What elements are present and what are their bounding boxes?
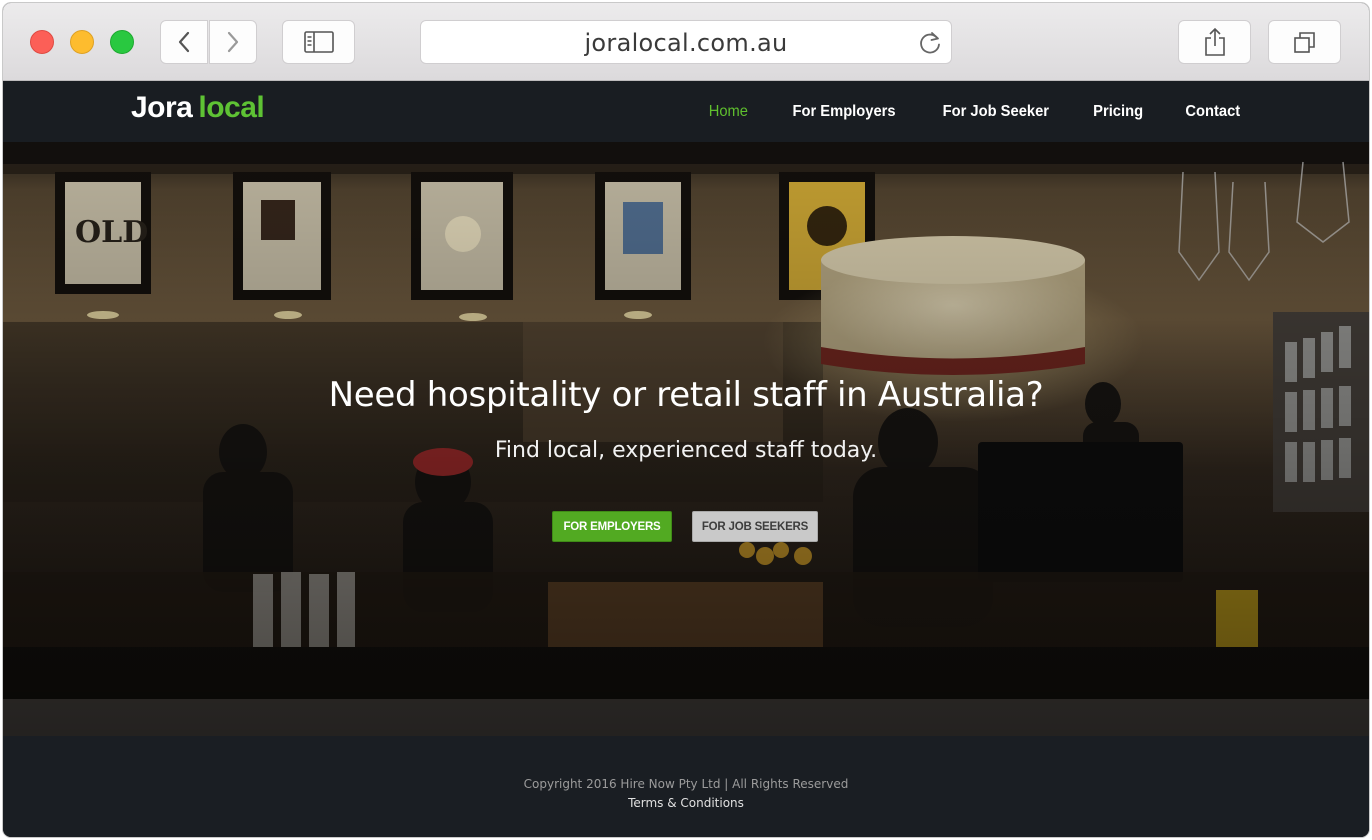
url-text[interactable]: joralocal.com.au [421,21,951,65]
hero-title: Need hospitality or retail staff in Aust… [328,375,1044,415]
nav-for-employers[interactable]: For Employers [792,103,895,121]
chevron-left-icon [178,31,190,53]
sidebar-button[interactable] [282,20,355,64]
chevron-right-icon [227,31,239,53]
nav-home[interactable]: Home [709,103,748,121]
address-bar[interactable]: joralocal.com.au [420,20,952,64]
forward-button[interactable] [209,20,257,64]
logo-text-local: local [198,91,265,124]
site-logo[interactable]: Jora local [131,91,265,127]
nav-for-job-seeker[interactable]: For Job Seeker [942,103,1048,121]
minimize-window-button[interactable] [70,30,94,54]
share-button[interactable] [1178,20,1251,64]
copyright-text: Copyright 2016 Hire Now Pty Ltd | All Ri… [523,777,849,791]
main-nav: Home For Employers For Job Seeker Pricin… [707,81,1243,142]
browser-window: joralocal.com.au Jora local Home For Emp… [3,3,1369,837]
logo-text-jora: Jora [131,91,193,124]
for-job-seekers-button[interactable]: FOR JOB SEEKERS [692,511,818,542]
site-footer: Copyright 2016 Hire Now Pty Ltd | All Ri… [3,736,1369,837]
browser-toolbar: joralocal.com.au [3,3,1369,81]
terms-link[interactable]: Terms & Conditions [3,796,1369,810]
share-icon [1204,27,1225,56]
tabs-button[interactable] [1268,20,1341,64]
for-employers-button[interactable]: FOR EMPLOYERS [552,511,672,542]
hero-section: OLD [3,142,1369,736]
reload-icon[interactable] [917,29,943,57]
nav-pricing[interactable]: Pricing [1093,103,1143,121]
site-header: Jora local Home For Employers For Job Se… [3,81,1369,142]
close-window-button[interactable] [30,30,54,54]
hero-subtitle: Find local, experienced staff today. [494,438,878,463]
tabs-icon [1293,32,1315,53]
sidebar-icon [303,31,334,53]
back-button[interactable] [160,20,208,64]
zoom-window-button[interactable] [110,30,134,54]
nav-contact[interactable]: Contact [1186,103,1241,121]
